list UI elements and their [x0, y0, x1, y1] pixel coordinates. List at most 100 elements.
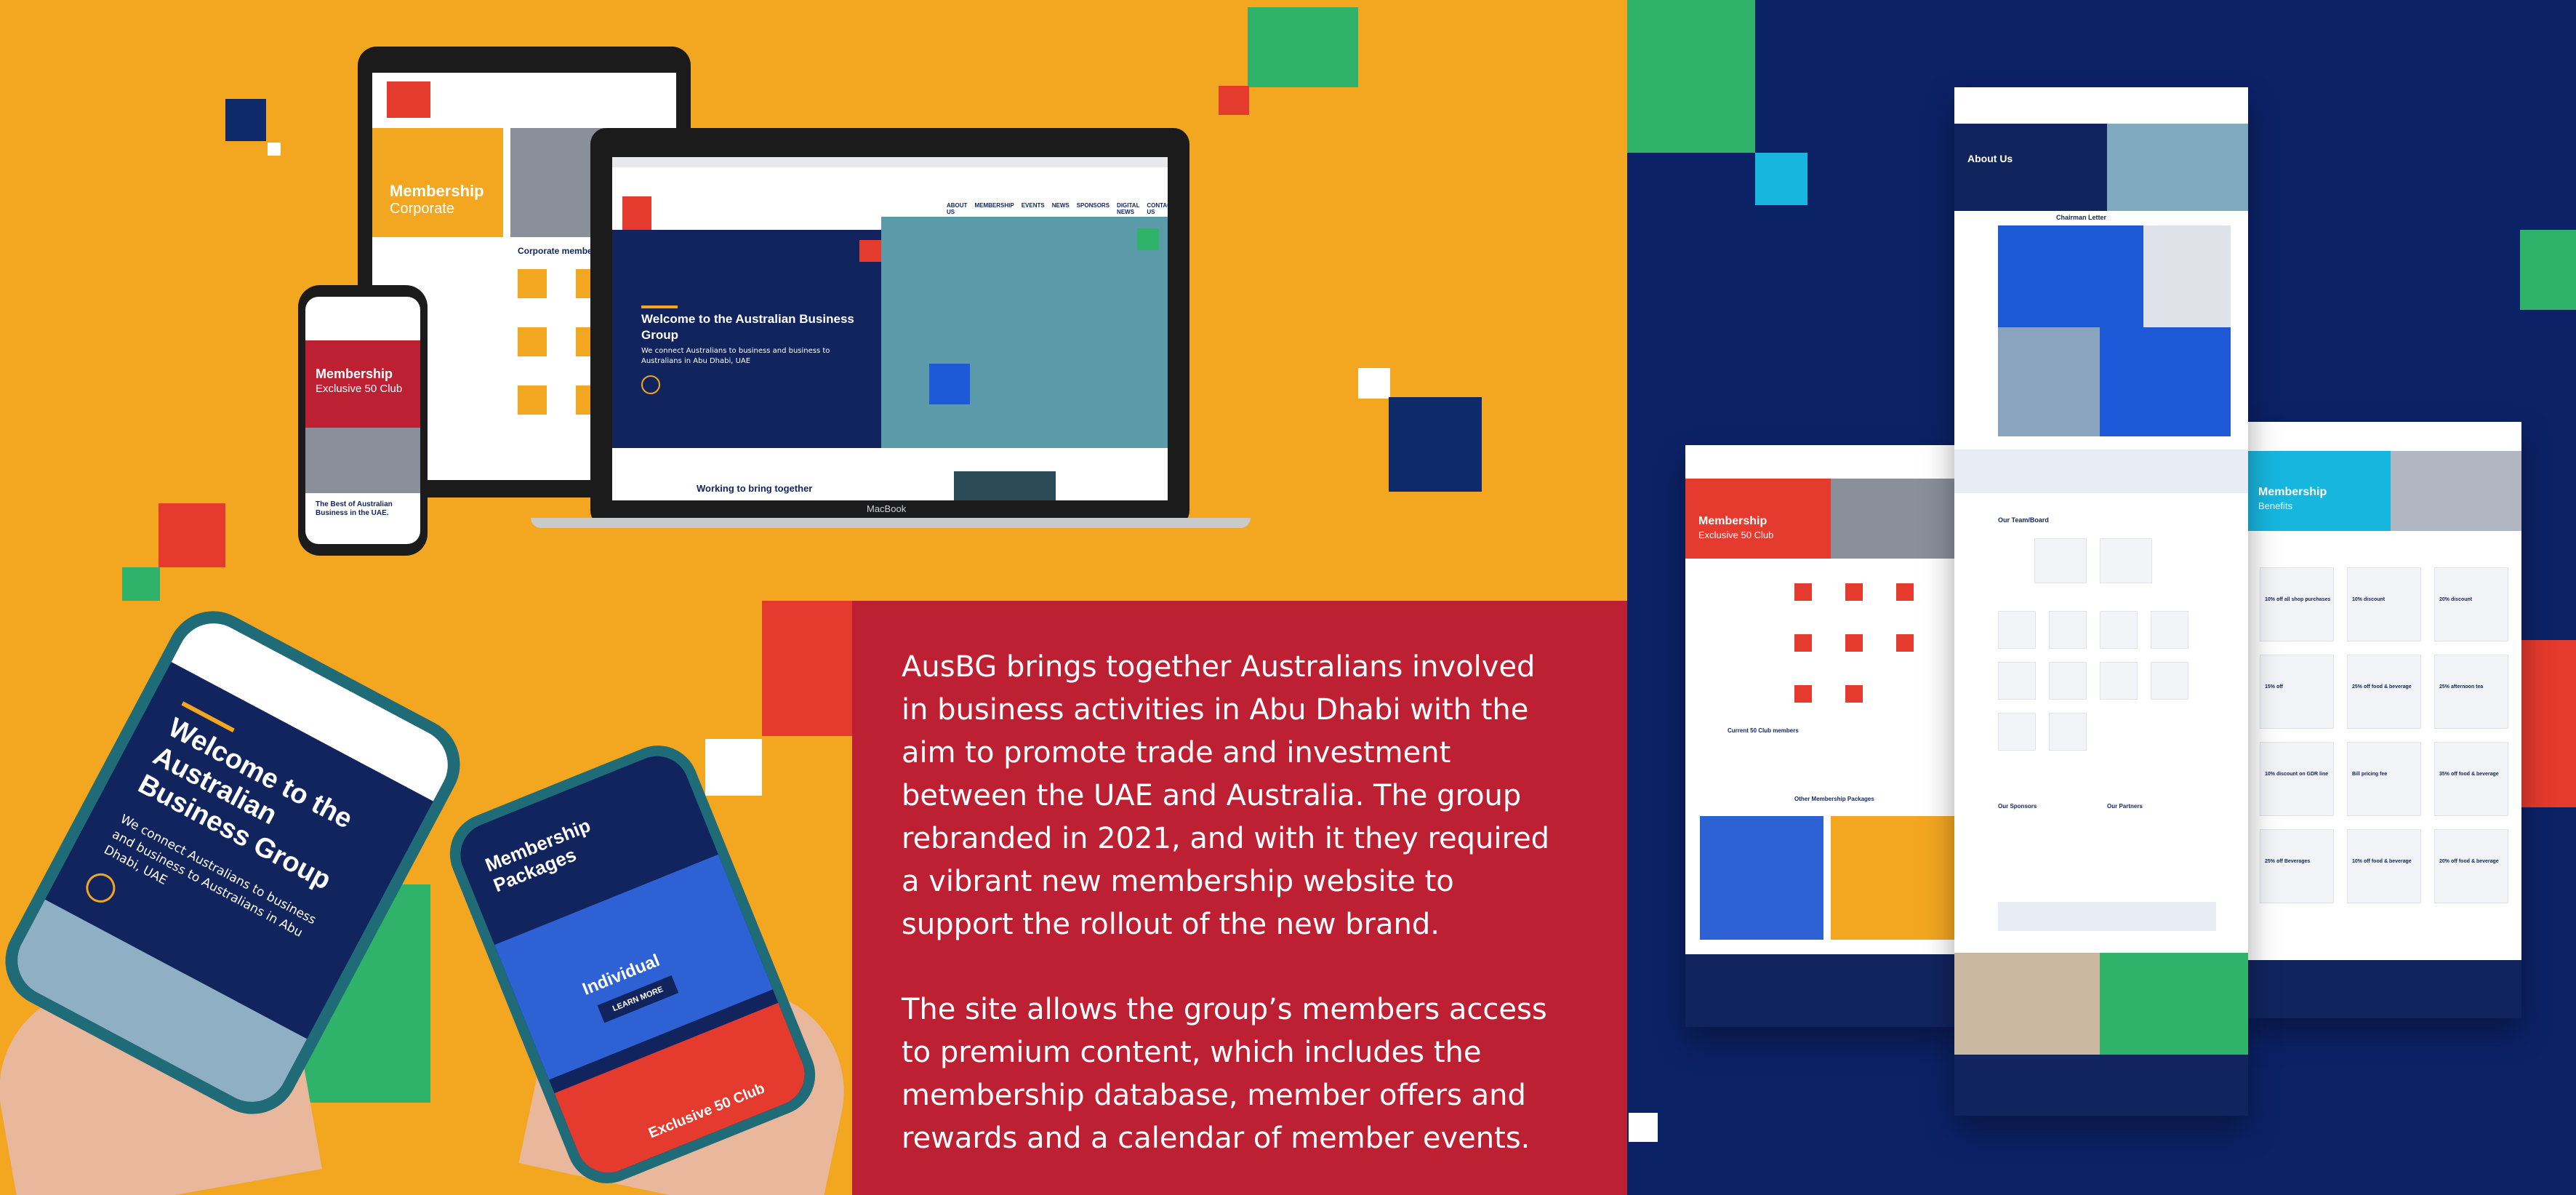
offer-label: 25% off food & beverage	[2352, 684, 2412, 690]
package-card[interactable]	[1700, 816, 1823, 940]
nav-item[interactable]: ABOUT US	[947, 202, 967, 215]
description-paragraph: AusBG brings together Australians involv…	[902, 650, 1550, 941]
offer-label: 10% off all shop purchases	[2265, 597, 2331, 602]
deco-square	[1137, 228, 1159, 250]
section-title: Current 50 Club members	[1728, 727, 1799, 734]
section-title: Chairman Letter	[2056, 214, 2107, 221]
hero-title: Welcome to the Australian Business Group	[641, 312, 854, 342]
hero-subtitle: Exclusive 50 Club	[316, 383, 403, 395]
phone-device: Membership Exclusive 50 Club The Best of…	[298, 285, 428, 556]
hero-title: About Us	[1967, 153, 2013, 164]
section-title: Other Membership Packages	[1794, 796, 1874, 802]
benefit-icon	[518, 269, 547, 298]
offer-card[interactable]: 35% off food & beverage	[2434, 742, 2508, 816]
hero-subtitle: Exclusive 50 Club	[1698, 529, 1774, 540]
hero-block	[1954, 124, 2107, 211]
deco-square	[1358, 368, 1390, 399]
offer-label: 10% discount	[2352, 597, 2386, 602]
offer-card[interactable]: 20% off food & beverage	[2434, 829, 2508, 903]
benefit-icon	[518, 385, 547, 415]
section-title: Our Partners	[2107, 803, 2143, 810]
nav-item[interactable]: CONTACT US	[1147, 202, 1168, 215]
hero-title: Membership	[1698, 515, 1768, 527]
hero-title: Membership	[390, 182, 484, 200]
accent-line	[641, 305, 678, 308]
hero-image	[2107, 124, 2248, 211]
deco-square	[122, 567, 160, 601]
benefit-grid	[1794, 583, 1947, 729]
deco-square	[1219, 86, 1249, 115]
nav-item[interactable]: EVENTS	[1022, 202, 1045, 215]
deco-square	[929, 364, 970, 404]
offer-card[interactable]: Bill pricing fee	[2347, 742, 2421, 816]
deco-square	[1755, 153, 1807, 205]
offer-card[interactable]: 15% off	[2260, 655, 2334, 729]
offer-card[interactable]: 10% discount	[2347, 567, 2421, 642]
laptop-screen: ABOUT US MEMBERSHIP EVENTS NEWS SPONSORS…	[612, 157, 1168, 500]
nav-item[interactable]: SPONSORS	[1077, 202, 1110, 215]
offer-label: 20% discount	[2439, 597, 2473, 602]
footer	[1685, 954, 1962, 1027]
offer-label: 20% off food & beverage	[2439, 859, 2499, 864]
deco-square	[762, 601, 852, 736]
footer	[1954, 1055, 2248, 1116]
nav-item[interactable]: DIGITAL NEWS	[1117, 202, 1139, 215]
deco-square	[859, 240, 881, 262]
hero-subtitle: Corporate	[390, 201, 454, 217]
team-grid	[1998, 538, 2188, 786]
deco-square	[159, 503, 225, 567]
phone-screen: Membership Exclusive 50 Club The Best of…	[305, 297, 420, 544]
laptop-device: ABOUT US MEMBERSHIP EVENTS NEWS SPONSORS…	[531, 128, 1251, 528]
deco-square	[2520, 640, 2576, 807]
hero-image	[2391, 451, 2521, 531]
portrait	[2143, 225, 2231, 327]
scroll-down-icon[interactable]	[81, 868, 121, 908]
section-title: Our Team/Board	[1998, 516, 2049, 524]
cta-image	[1954, 953, 2100, 1055]
offer-card[interactable]: 10% off all shop purchases	[2260, 567, 2334, 642]
logo	[387, 81, 430, 118]
offer-card[interactable]: 25% off food & beverage	[2347, 655, 2421, 729]
offer-label: Bill pricing fee	[2352, 772, 2388, 777]
scroll-down-icon[interactable]	[641, 375, 660, 394]
phones-panel: Welcome to the Australian Business Group…	[0, 601, 852, 1195]
hero-title: Membership	[2258, 486, 2327, 498]
offer-label: 25% off Beverages	[2265, 859, 2311, 864]
deco-square	[1627, 0, 1755, 153]
nav-item[interactable]: NEWS	[1052, 202, 1070, 215]
showcase-canvas: Membership Corporate Corporate member be…	[0, 0, 2576, 1195]
hero-subtitle: We connect Australians to business and b…	[641, 347, 830, 365]
page-about-us: About Us Chairman Letter Our Team/Board	[1954, 87, 2248, 1116]
pages-panel: Membership Exclusive 50 Club Current 50 …	[1627, 0, 2576, 1195]
deco-square	[705, 739, 762, 796]
nav-item[interactable]: MEMBERSHIP	[974, 202, 1014, 215]
laptop-base	[531, 518, 1251, 528]
laptop-brand-label: MacBook	[867, 503, 907, 514]
section-title: Our Sponsors	[1998, 803, 2037, 810]
offer-card[interactable]: 20% discount	[2434, 567, 2508, 642]
instagram-strip	[1998, 902, 2216, 931]
offer-label: 35% off food & beverage	[2439, 772, 2499, 777]
hero-image	[881, 217, 1168, 448]
benefit-icon	[518, 327, 547, 356]
offer-card[interactable]: 25% off Beverages	[2260, 829, 2334, 903]
offer-card[interactable]: 25% afternoon tea	[2434, 655, 2508, 729]
footer	[2245, 960, 2521, 1018]
deco-square	[268, 143, 281, 156]
logo	[622, 196, 651, 230]
deco-square	[1248, 7, 1358, 87]
letter-block	[2100, 327, 2231, 436]
footer-title: The Best of Australian Business in the U…	[316, 500, 393, 517]
offer-card[interactable]: 10% off food & beverage	[2347, 829, 2421, 903]
package-card[interactable]	[1831, 816, 1954, 940]
browser-bar	[612, 157, 1168, 167]
deco-square	[225, 99, 266, 141]
description: AusBG brings together Australians involv…	[902, 646, 1570, 1195]
hero-title: Membership	[316, 367, 393, 381]
offer-card[interactable]: 10% discount on GDR line	[2260, 742, 2334, 816]
deco-square	[2520, 230, 2576, 310]
offer-label: 15% off	[2265, 684, 2283, 690]
letter-block	[1998, 225, 2143, 327]
building-image	[1998, 327, 2100, 436]
notice-bar	[1954, 449, 2248, 493]
